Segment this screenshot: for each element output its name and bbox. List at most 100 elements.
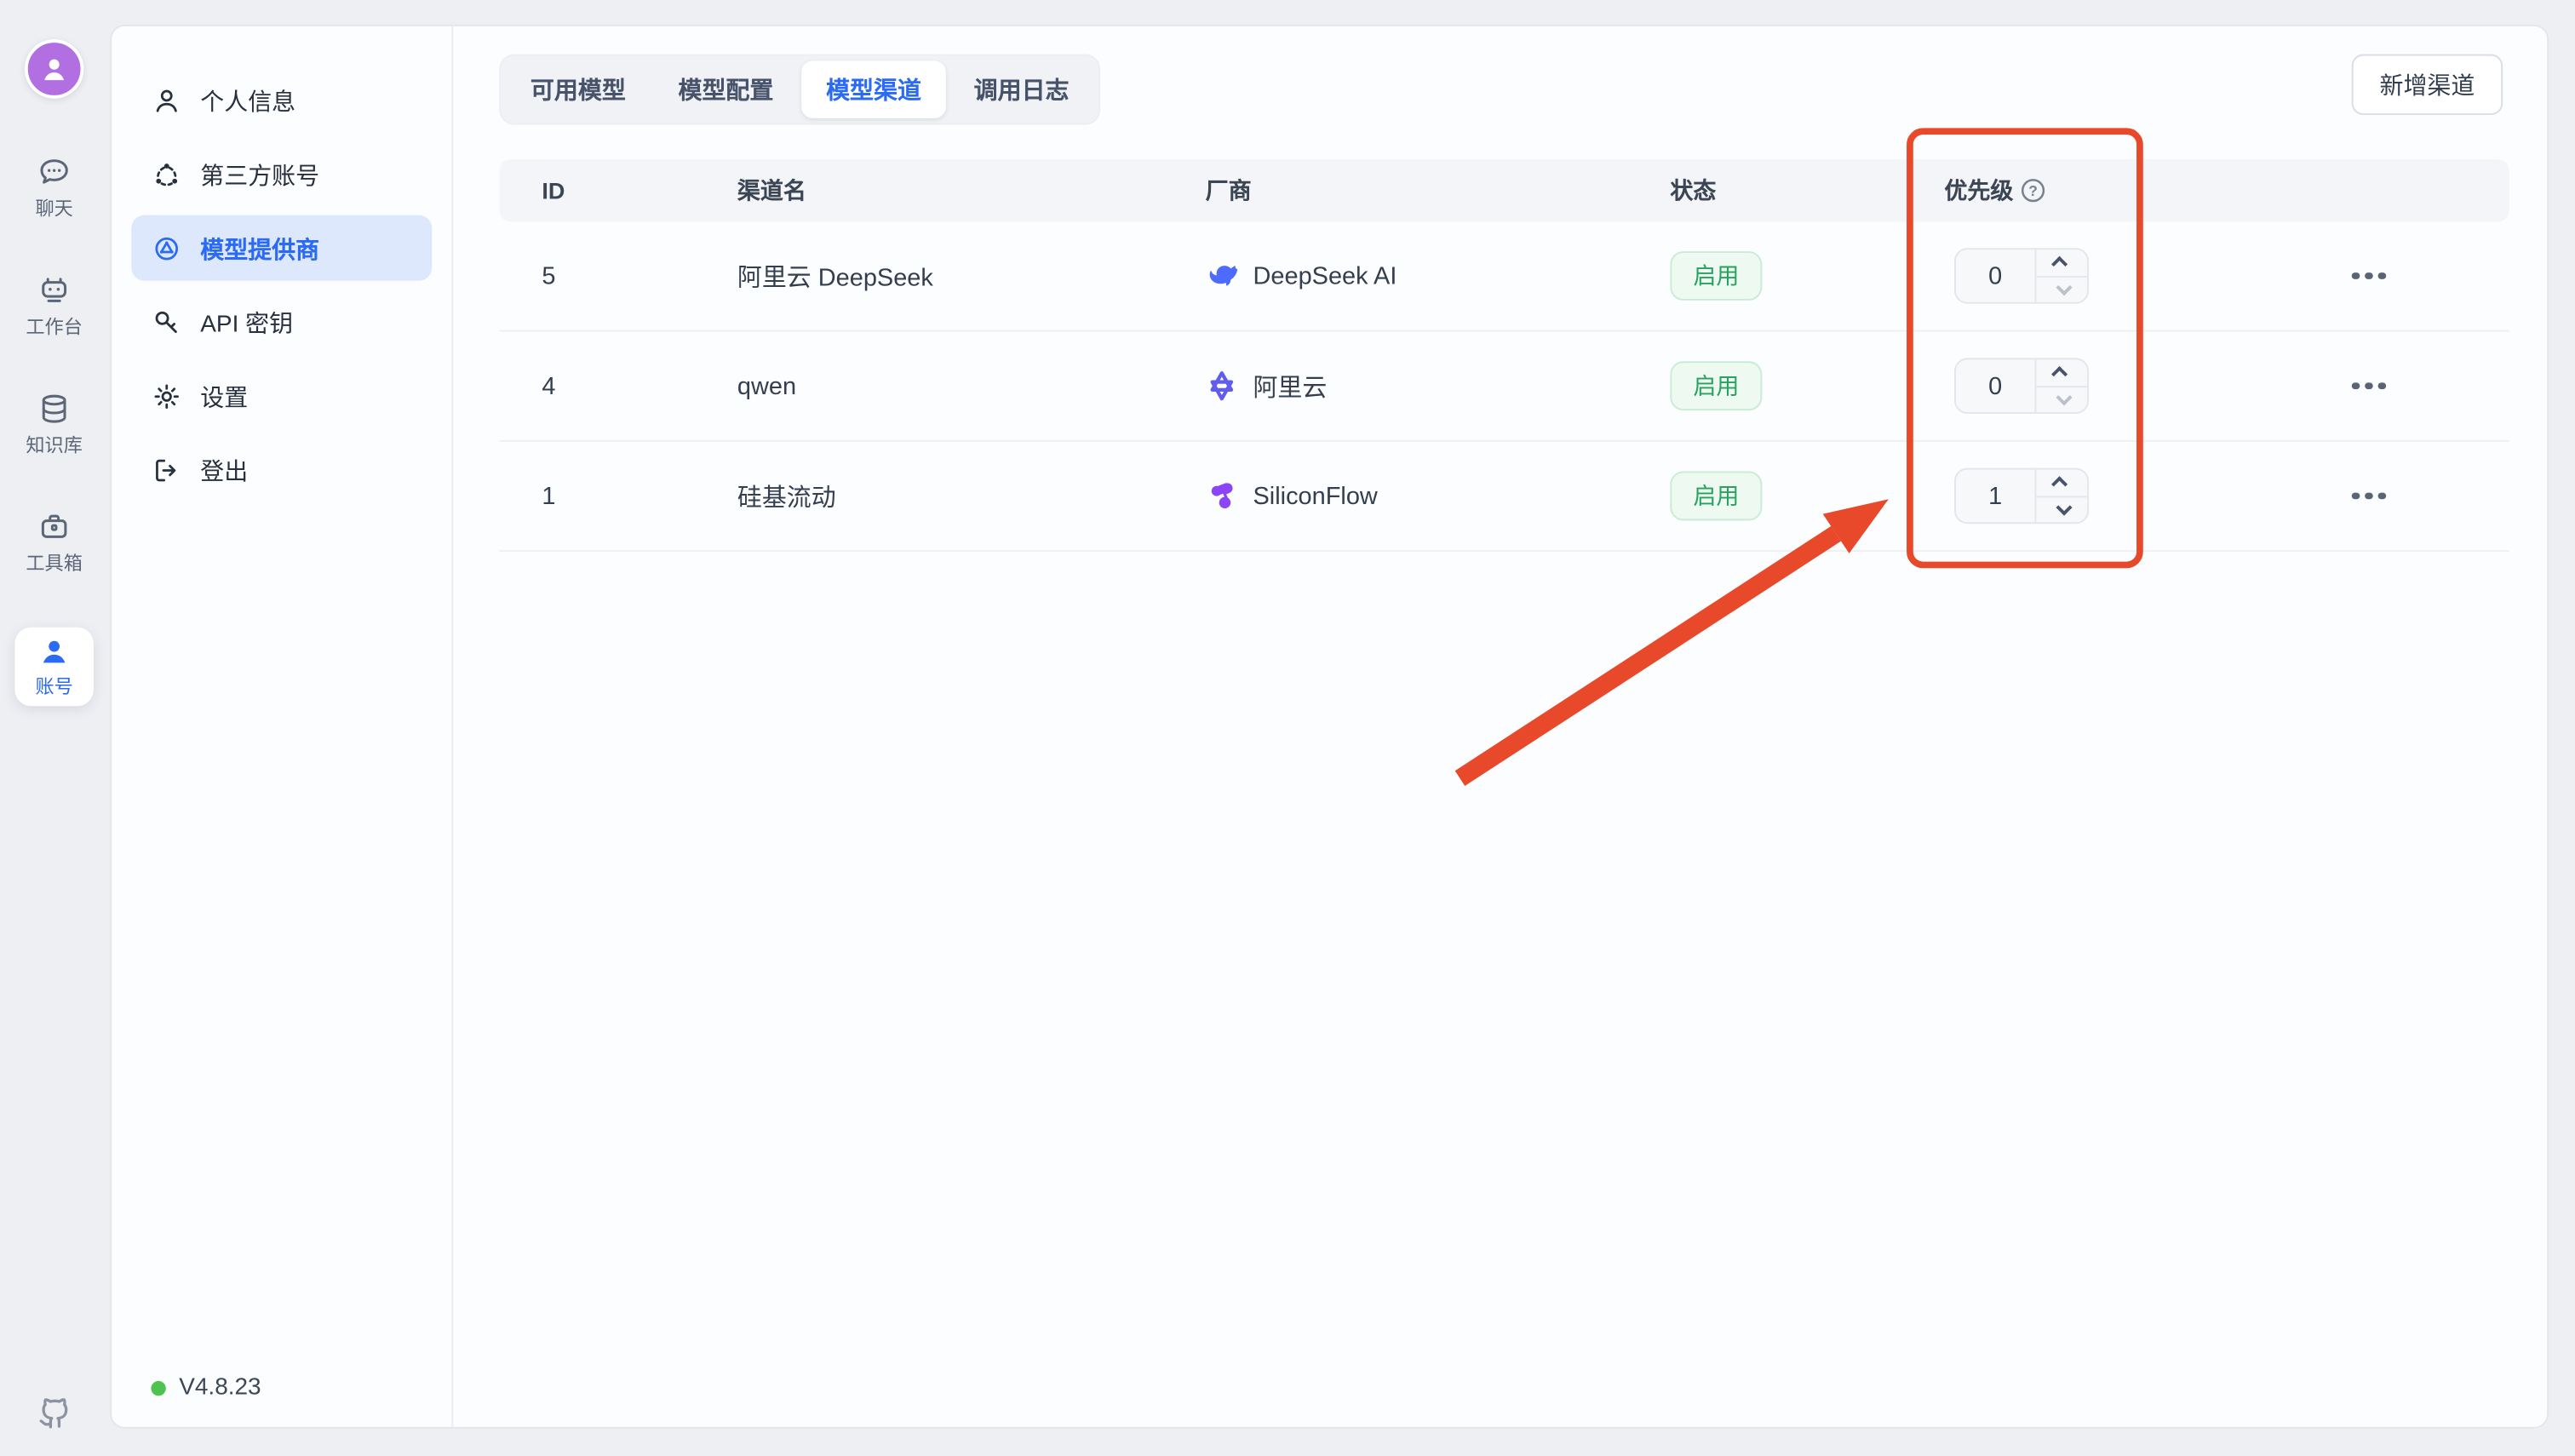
- sidebar-item-label: 设置: [200, 379, 248, 413]
- table-row: 5 阿里云 DeepSeek DeepSeek AI 启用 0: [499, 221, 2509, 331]
- sidebar-item-label: 登出: [200, 452, 248, 487]
- column-header-vendor: 厂商: [1206, 174, 1671, 207]
- cell-actions: [2345, 262, 2509, 289]
- cell-channel-name: qwen: [737, 372, 1206, 400]
- sidebar-item-label: API 密钥: [200, 305, 293, 339]
- rail-item-workbench[interactable]: 工作台: [11, 272, 96, 340]
- row-menu-button[interactable]: [2345, 483, 2392, 510]
- tab-call-logs[interactable]: 调用日志: [949, 60, 1094, 118]
- tab-available-models[interactable]: 可用模型: [506, 60, 651, 118]
- cell-status: 启用: [1670, 471, 1944, 520]
- siliconflow-icon: [1206, 479, 1239, 513]
- rail-item-toolbox[interactable]: 工具箱: [11, 509, 96, 576]
- column-header-name: 渠道名: [737, 174, 1206, 207]
- sidebar-item-label: 模型提供商: [200, 231, 319, 265]
- priority-value[interactable]: 0: [1956, 249, 2035, 302]
- cell-status: 启用: [1670, 251, 1944, 301]
- rail-nav: 聊天 工作台 知识库: [11, 154, 96, 706]
- vendor-name: DeepSeek AI: [1253, 262, 1396, 290]
- key-icon: [151, 307, 182, 338]
- decrement-button[interactable]: [2036, 385, 2087, 412]
- priority-value[interactable]: 0: [1956, 359, 2035, 412]
- sidebar-item-settings[interactable]: 设置: [131, 363, 432, 428]
- rail-item-label: 工作台: [26, 313, 83, 340]
- channels-table: ID 渠道名 厂商 状态 优先级 ? 5 阿: [499, 159, 2509, 552]
- chevron-up-icon: [2051, 366, 2067, 382]
- toolbox-icon: [36, 509, 72, 545]
- sidebar-item-profile[interactable]: 个人信息: [131, 67, 432, 133]
- decrement-button[interactable]: [2036, 275, 2087, 302]
- decrement-button[interactable]: [2036, 495, 2087, 522]
- column-header-status: 状态: [1670, 174, 1944, 207]
- account-sidebar: 个人信息 第三方账号: [112, 26, 453, 1427]
- cell-id: 4: [499, 372, 737, 400]
- logout-icon: [151, 454, 182, 485]
- model-provider-icon: [151, 232, 182, 264]
- add-channel-button[interactable]: 新增渠道: [2352, 54, 2503, 115]
- user-avatar[interactable]: [25, 39, 83, 98]
- priority-stepper[interactable]: 1: [1954, 468, 2089, 525]
- priority-stepper[interactable]: 0: [1954, 358, 2089, 414]
- column-header-priority: 优先级 ?: [1944, 174, 2345, 207]
- chevron-up-icon: [2051, 256, 2067, 272]
- tab-model-config[interactable]: 模型配置: [654, 60, 799, 118]
- person-icon: [36, 51, 72, 87]
- cell-vendor: 阿里云: [1206, 369, 1671, 403]
- cell-priority: 0: [1944, 248, 2345, 304]
- status-dot: [151, 1380, 165, 1395]
- cell-id: 5: [499, 262, 737, 290]
- cell-vendor: SiliconFlow: [1206, 479, 1671, 513]
- github-icon: [34, 1392, 73, 1431]
- version-info: V4.8.23: [151, 1374, 261, 1401]
- tab-model-channels[interactable]: 模型渠道: [801, 60, 946, 118]
- row-menu-button[interactable]: [2345, 372, 2392, 399]
- content-area: 可用模型 模型配置 模型渠道 调用日志 新增渠道 ID 渠道名 厂商 状态 优先…: [455, 26, 2547, 1427]
- deepseek-icon: [1206, 260, 1239, 293]
- cell-actions: [2345, 483, 2509, 510]
- sidebar-item-model-providers[interactable]: 模型提供商: [131, 215, 432, 281]
- status-badge: 启用: [1670, 361, 1762, 410]
- tab-bar: 可用模型 模型配置 模型渠道 调用日志: [499, 54, 1100, 125]
- priority-stepper[interactable]: 0: [1954, 248, 2089, 304]
- qwen-icon: [1206, 370, 1239, 403]
- cell-channel-name: 硅基流动: [737, 479, 1206, 513]
- table-row: 4 qwen 阿里云 启用 0: [499, 332, 2509, 442]
- sidebar-item-label: 个人信息: [200, 83, 295, 117]
- main-panel: 个人信息 第三方账号: [110, 25, 2549, 1429]
- sidebar-item-logout[interactable]: 登出: [131, 437, 432, 502]
- increment-button[interactable]: [2036, 470, 2087, 496]
- rail-item-label: 工具箱: [26, 550, 83, 576]
- increment-button[interactable]: [2036, 249, 2087, 275]
- app-root: 聊天 工作台 知识库: [0, 0, 2575, 1456]
- rail-item-chat[interactable]: 聊天: [11, 154, 96, 221]
- svg-text:?: ?: [2028, 182, 2038, 199]
- share-icon: [151, 158, 182, 190]
- cell-actions: [2345, 372, 2509, 399]
- cell-priority: 0: [1944, 358, 2345, 414]
- sidebar-item-third-party[interactable]: 第三方账号: [131, 141, 432, 207]
- user-icon: [151, 84, 182, 116]
- status-badge: 启用: [1670, 251, 1762, 301]
- priority-header-label: 优先级: [1944, 174, 2013, 207]
- table-row: 1 硅基流动 SiliconFlow 启用 1: [499, 442, 2509, 552]
- icon-rail: 聊天 工作台 知识库: [0, 0, 108, 1456]
- vendor-name: 阿里云: [1253, 369, 1327, 403]
- chevron-up-icon: [2051, 477, 2067, 493]
- cell-vendor: DeepSeek AI: [1206, 260, 1671, 293]
- row-menu-button[interactable]: [2345, 262, 2392, 289]
- increment-button[interactable]: [2036, 359, 2087, 385]
- rail-item-knowledge-base[interactable]: 知识库: [11, 391, 96, 458]
- github-link[interactable]: [0, 1392, 108, 1431]
- sidebar-item-api-keys[interactable]: API 密钥: [131, 289, 432, 354]
- rail-item-label: 知识库: [26, 432, 83, 458]
- priority-value[interactable]: 1: [1956, 470, 2035, 523]
- cell-status: 启用: [1670, 361, 1944, 410]
- rail-item-account[interactable]: 账号: [14, 628, 94, 707]
- version-label: V4.8.23: [179, 1374, 261, 1401]
- chevron-down-icon: [2056, 279, 2073, 295]
- help-icon[interactable]: ?: [2020, 177, 2046, 203]
- vendor-name: SiliconFlow: [1253, 482, 1377, 510]
- cell-priority: 1: [1944, 468, 2345, 525]
- rail-item-label: 账号: [35, 674, 72, 700]
- account-icon: [36, 633, 72, 669]
